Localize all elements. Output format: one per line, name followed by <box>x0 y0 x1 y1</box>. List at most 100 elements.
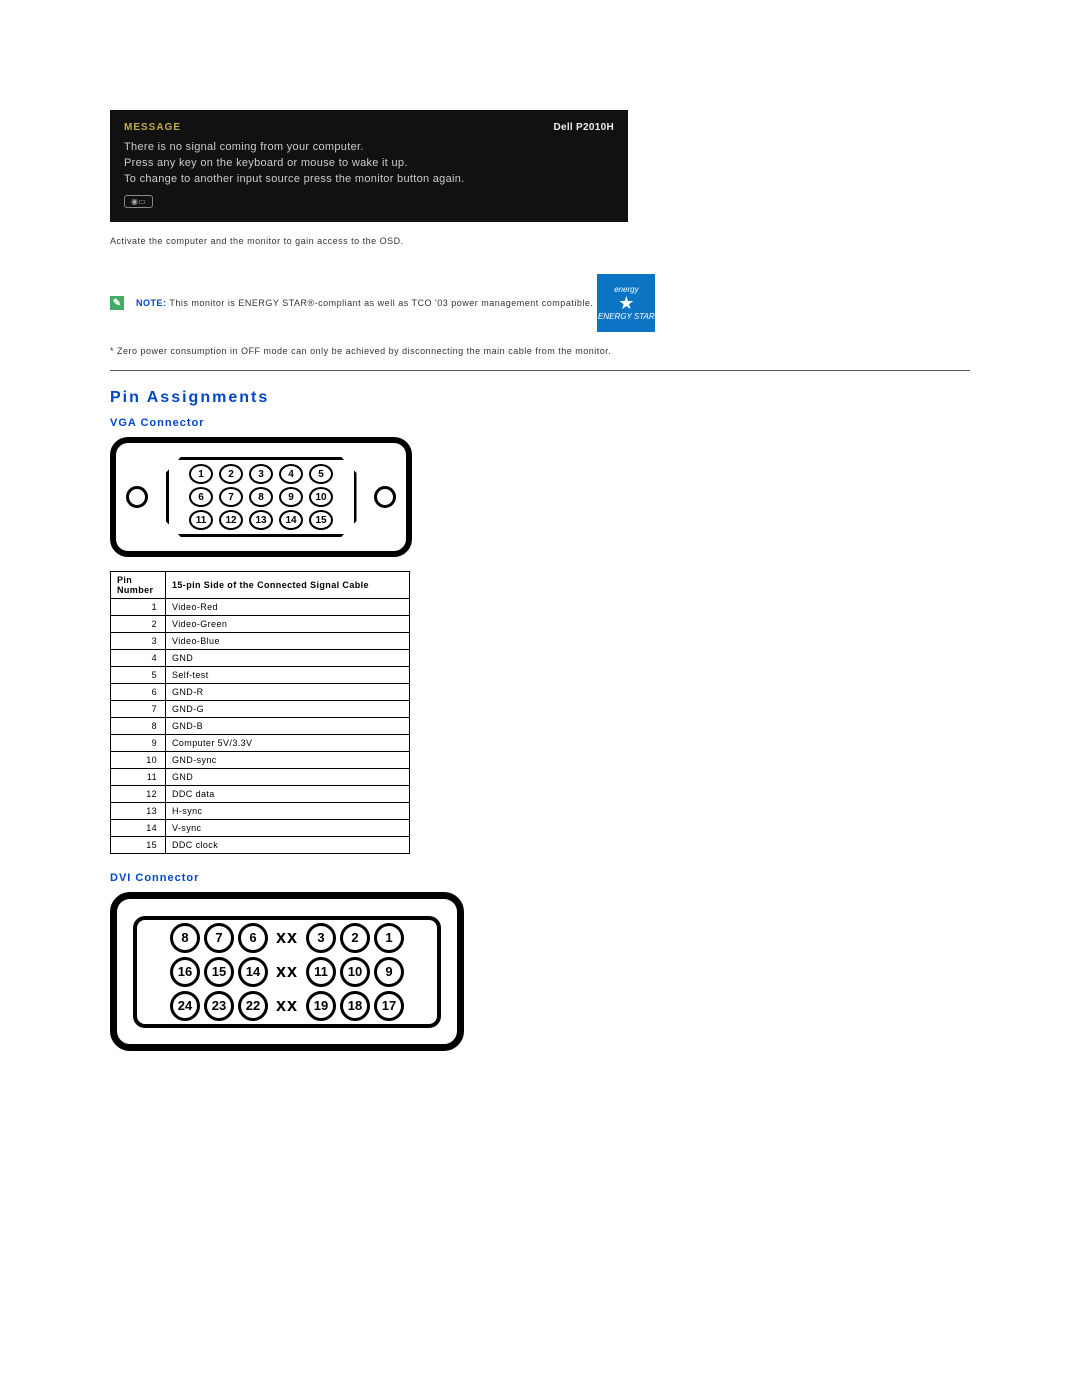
table-row: 15DDC clock <box>111 837 410 854</box>
table-row: 6GND-R <box>111 684 410 701</box>
pin-description: Video-Blue <box>166 633 410 650</box>
dvi-gap: xx <box>272 995 302 1016</box>
dvi-pin-3: 3 <box>306 923 336 953</box>
pin-number: 12 <box>111 786 166 803</box>
dvi-pin-15: 15 <box>204 957 234 987</box>
dvi-gap: xx <box>272 927 302 948</box>
note-text: NOTE: This monitor is ENERGY STAR®-compl… <box>136 298 593 308</box>
dvi-pin-19: 19 <box>306 991 336 1021</box>
table-row: 2Video-Green <box>111 616 410 633</box>
vga-pin-8: 8 <box>249 487 273 507</box>
dvi-gap: xx <box>272 961 302 982</box>
pin-description: GND <box>166 650 410 667</box>
pin-number: 8 <box>111 718 166 735</box>
dvi-pin-14: 14 <box>238 957 268 987</box>
table-row: 11GND <box>111 769 410 786</box>
dvi-row-3: 242322xx191817 <box>170 991 404 1021</box>
vga-pin-12: 12 <box>219 510 243 530</box>
pin-description: Video-Red <box>166 599 410 616</box>
vga-pin-row-3: 11 12 13 14 15 <box>189 510 333 530</box>
pin-number: 1 <box>111 599 166 616</box>
pin-number: 10 <box>111 752 166 769</box>
pin-number: 3 <box>111 633 166 650</box>
dvi-pin-23: 23 <box>204 991 234 1021</box>
dvi-pin-10: 10 <box>340 957 370 987</box>
vga-pin-table: Pin Number 15-pin Side of the Connected … <box>110 571 410 854</box>
dvi-pin-1: 1 <box>374 923 404 953</box>
vga-pin-14: 14 <box>279 510 303 530</box>
dvi-inner-shell: 876xx321 161514xx11109 242322xx191817 <box>133 916 441 1028</box>
pin-description: DDC data <box>166 786 410 803</box>
table-row: 10GND-sync <box>111 752 410 769</box>
pin-description: Video-Green <box>166 616 410 633</box>
pin-description: GND-sync <box>166 752 410 769</box>
dvi-pin-18: 18 <box>340 991 370 1021</box>
table-row: 5Self-test <box>111 667 410 684</box>
vga-pin-4: 4 <box>279 464 303 484</box>
vga-pin-13: 13 <box>249 510 273 530</box>
pin-description: V-sync <box>166 820 410 837</box>
vga-screw-right <box>374 486 396 508</box>
dvi-pin-22: 22 <box>238 991 268 1021</box>
dvi-row-1: 876xx321 <box>170 923 404 953</box>
dvi-row-2: 161514xx11109 <box>170 957 404 987</box>
vga-pin-15: 15 <box>309 510 333 530</box>
vga-pin-row-2: 6789 10 <box>189 487 333 507</box>
vga-th-pin: Pin Number <box>111 572 166 599</box>
dvi-pin-8: 8 <box>170 923 200 953</box>
pin-description: GND-B <box>166 718 410 735</box>
vga-table-body: 1Video-Red2Video-Green3Video-Blue4GND5Se… <box>111 599 410 854</box>
pin-number: 4 <box>111 650 166 667</box>
dvi-pin-24: 24 <box>170 991 200 1021</box>
vga-connector-diagram: 12 345 6789 10 11 12 13 14 15 <box>110 437 412 557</box>
pin-number: 14 <box>111 820 166 837</box>
vga-pin-6: 6 <box>189 487 213 507</box>
pin-description: H-sync <box>166 803 410 820</box>
vga-pin-1: 1 <box>189 464 213 484</box>
pin-description: GND-G <box>166 701 410 718</box>
vga-pin-11: 11 <box>189 510 213 530</box>
table-row: 1Video-Red <box>111 599 410 616</box>
table-row: 7GND-G <box>111 701 410 718</box>
osd-input-icon: ◉▭ <box>124 195 153 208</box>
dvi-connector-heading: DVI Connector <box>110 872 970 884</box>
pin-number: 7 <box>111 701 166 718</box>
pin-description: GND <box>166 769 410 786</box>
vga-connector-heading: VGA Connector <box>110 417 970 429</box>
vga-th-desc: 15-pin Side of the Connected Signal Cabl… <box>166 572 410 599</box>
pin-assignments-heading: Pin Assignments <box>110 389 970 407</box>
osd-line-1: There is no signal coming from your comp… <box>124 141 614 153</box>
vga-pin-10: 10 <box>309 487 333 507</box>
table-row: 4GND <box>111 650 410 667</box>
osd-message-label: MESSAGE <box>124 122 181 133</box>
dvi-pin-16: 16 <box>170 957 200 987</box>
vga-pin-7: 7 <box>219 487 243 507</box>
pin-number: 5 <box>111 667 166 684</box>
osd-model-label: Dell P2010H <box>553 122 614 133</box>
dvi-pin-17: 17 <box>374 991 404 1021</box>
pin-number: 9 <box>111 735 166 752</box>
table-row: 3Video-Blue <box>111 633 410 650</box>
dvi-pin-9: 9 <box>374 957 404 987</box>
star-icon: ★ <box>618 296 634 310</box>
table-row: 8GND-B <box>111 718 410 735</box>
osd-line-3: To change to another input source press … <box>124 173 614 185</box>
dvi-connector-diagram: 876xx321 161514xx11109 242322xx191817 <box>110 892 464 1051</box>
vga-screw-left <box>126 486 148 508</box>
vga-pin-3: 3 <box>249 464 273 484</box>
dvi-pin-6: 6 <box>238 923 268 953</box>
vga-pin-9: 9 <box>279 487 303 507</box>
osd-line-2: Press any key on the keyboard or mouse t… <box>124 157 614 169</box>
dvi-pin-2: 2 <box>340 923 370 953</box>
pin-number: 2 <box>111 616 166 633</box>
vga-shell: 12 345 6789 10 11 12 13 14 15 <box>166 457 357 537</box>
pin-number: 6 <box>111 684 166 701</box>
dvi-pin-11: 11 <box>306 957 336 987</box>
pin-description: GND-R <box>166 684 410 701</box>
note-icon: ✎ <box>110 296 124 310</box>
activate-text: Activate the computer and the monitor to… <box>110 236 970 246</box>
table-row: 13H-sync <box>111 803 410 820</box>
energy-star-badge: energy ★ ENERGY STAR <box>597 274 655 332</box>
table-row: 12DDC data <box>111 786 410 803</box>
vga-pin-5: 5 <box>309 464 333 484</box>
